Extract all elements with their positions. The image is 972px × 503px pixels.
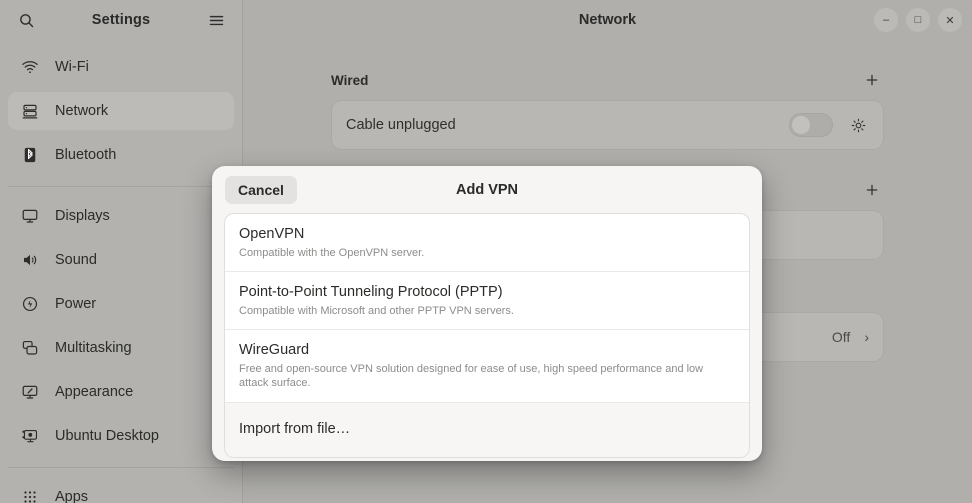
settings-window: Settings Wi-Fi Network Bluetooth Display… bbox=[0, 0, 972, 503]
list-item-title: OpenVPN bbox=[239, 226, 305, 242]
list-item-subtitle: Compatible with the OpenVPN server. bbox=[239, 246, 425, 259]
list-item-title: WireGuard bbox=[239, 342, 310, 359]
dialog-body: OpenVPN Compatible with the OpenVPN serv… bbox=[212, 213, 762, 461]
list-item-title: Import from file… bbox=[239, 421, 351, 438]
cancel-button[interactable]: Cancel bbox=[225, 175, 297, 204]
add-vpn-dialog: Cancel Add VPN OpenVPN Compatible with t… bbox=[212, 166, 762, 461]
list-item-title: Point-to-Point Tunneling Protocol (PPTP) bbox=[239, 284, 503, 301]
list-item-pptp[interactable]: Point-to-Point Tunneling Protocol (PPTP)… bbox=[225, 272, 749, 331]
vpn-type-list: OpenVPN Compatible with the OpenVPN serv… bbox=[224, 213, 750, 458]
list-item-import-from-file[interactable]: Import from file… bbox=[225, 402, 749, 457]
list-item-subtitle: Compatible with Microsoft and other PPTP… bbox=[239, 304, 514, 317]
list-item-subtitle: Free and open-source VPN solution design… bbox=[239, 363, 704, 390]
list-item-wireguard[interactable]: WireGuard Free and open-source VPN solut… bbox=[225, 330, 749, 403]
dialog-header: Cancel Add VPN bbox=[212, 166, 762, 213]
list-item-openvpn[interactable]: OpenVPN Compatible with the OpenVPN serv… bbox=[225, 214, 749, 273]
